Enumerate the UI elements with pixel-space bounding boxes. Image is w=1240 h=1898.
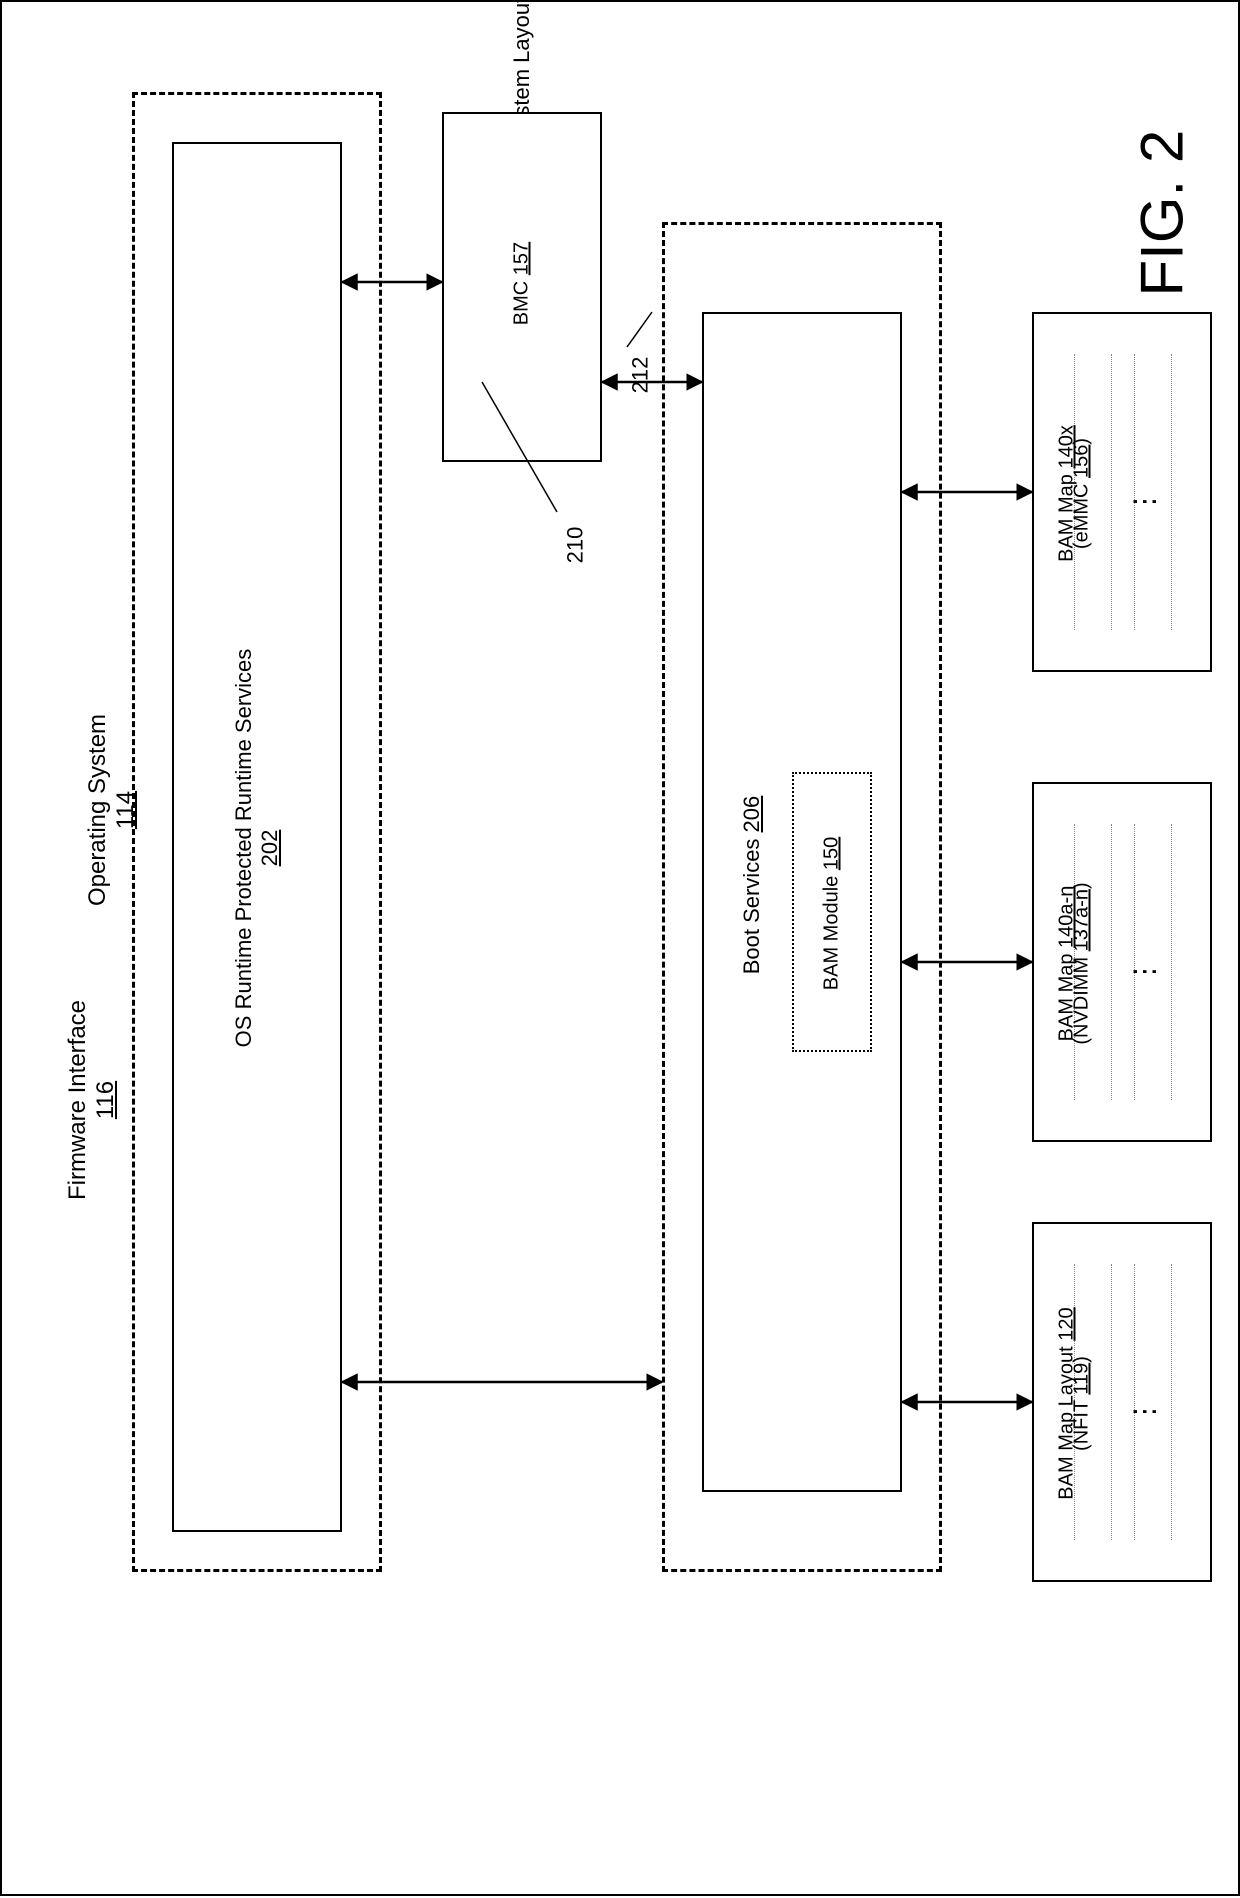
boot-services-text: Boot Services 206 — [739, 755, 765, 1015]
boot-ref: 206 — [739, 796, 764, 833]
ref-212: 212 — [627, 357, 653, 394]
ref-210-text: 210 — [562, 527, 587, 564]
figure-label: FIG. 2 — [1128, 97, 1197, 297]
bam-module-label: BAM Module — [821, 876, 843, 991]
ref-212-text: 212 — [627, 357, 652, 394]
map2-dots: ⋮ — [1128, 952, 1161, 986]
bmc-label: BMC — [511, 281, 533, 325]
fw-label-ref: 116 — [92, 1081, 119, 1119]
figure-text: FIG. 2 — [1129, 130, 1196, 297]
map2-sub-ref: 137a-n — [1071, 889, 1093, 951]
boot-text: Boot Services — [739, 839, 764, 975]
os-runtime-text: OS Runtime Protected Runtime Services 20… — [231, 633, 283, 1063]
fw-label-text: Firmware Interface — [64, 1000, 91, 1200]
map2-sub-close: ) — [1071, 882, 1093, 889]
ref-210: 210 — [562, 527, 588, 564]
os-label-text: Operating System — [84, 714, 111, 906]
map1-sub-open: (NFIT — [1071, 1400, 1093, 1451]
bam-module-ref: 150 — [821, 837, 843, 870]
map3-sub-ref: 156 — [1071, 445, 1093, 478]
map1-sub-ref: 119 — [1071, 1363, 1093, 1395]
map3-sub-close: ) — [1071, 438, 1093, 445]
map3-dots: ⋮ — [1128, 482, 1161, 516]
map3-sub-open: (eMMC — [1071, 484, 1093, 550]
os-group-label: Operating System 114 — [84, 680, 140, 940]
map2-sub-open: (NVDIMM — [1071, 957, 1093, 1045]
map1-dots: ⋮ — [1128, 1392, 1161, 1426]
fw-group-label: Firmware Interface 116 — [64, 970, 120, 1230]
os-label-ref: 114 — [112, 791, 139, 829]
diagram-page: BAM System Layout 200 Operating System 1… — [0, 0, 1240, 1896]
map2-sub: (NVDIMM 137a-n) — [1071, 854, 1094, 1074]
map3-sub: (eMMC 156) — [1071, 399, 1094, 589]
map1-sub-close: ) — [1071, 1356, 1093, 1363]
bmc-text: BMC 157 — [511, 219, 534, 349]
runtime-ref: 202 — [257, 830, 282, 867]
map1-sub: (NFIT 119) — [1071, 1304, 1094, 1504]
bmc-ref: 157 — [511, 242, 533, 275]
bam-module-text: BAM Module 150 — [821, 824, 844, 1004]
runtime-text: OS Runtime Protected Runtime Services — [231, 649, 256, 1048]
